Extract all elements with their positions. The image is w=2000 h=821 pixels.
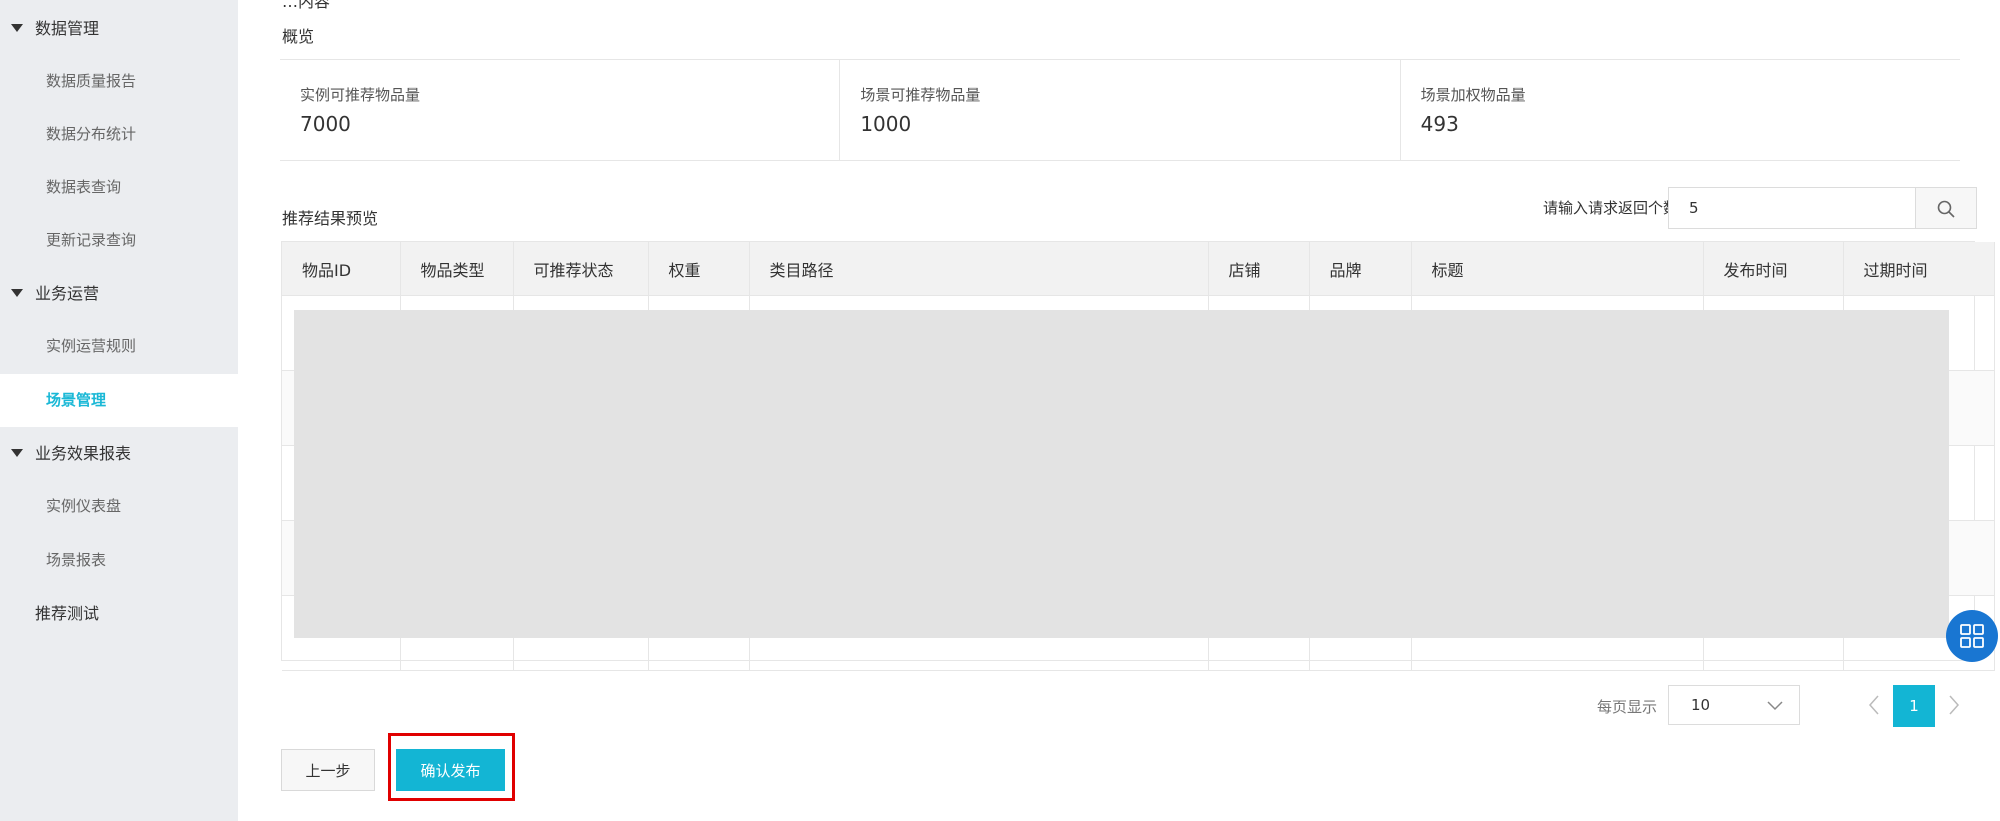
search-button[interactable] <box>1915 187 1977 229</box>
floating-apps-button[interactable] <box>1946 610 1998 662</box>
column-header[interactable]: 权重 <box>648 242 750 296</box>
page-size-value: 10 <box>1691 696 1711 714</box>
table-header-row: 物品ID 物品类型 可推荐状态 权重 类目路径 店铺 品牌 标题 发布时间 过期… <box>282 242 1995 296</box>
sidebar-group-data-management[interactable]: 数据管理 <box>0 2 238 55</box>
column-header[interactable]: 品牌 <box>1309 242 1412 296</box>
sidebar-item-data-quality-report[interactable]: 数据质量报告 <box>0 55 238 108</box>
sidebar: 数据管理 数据质量报告 数据分布统计 数据表查询 更新记录查询 业务运营 实例运… <box>0 0 238 821</box>
column-header[interactable]: 店铺 <box>1208 242 1310 296</box>
preview-title: 推荐结果预览 <box>282 209 379 228</box>
page-size-label: 每页显示 <box>1597 698 1658 716</box>
prev-page-icon[interactable] <box>1868 694 1880 716</box>
sidebar-item-data-distribution[interactable]: 数据分布统计 <box>0 108 238 161</box>
preview-table: 物品ID 物品类型 可推荐状态 权重 类目路径 店铺 品牌 标题 发布时间 过期… <box>281 241 1995 671</box>
sidebar-group-label: 业务运营 <box>35 284 100 303</box>
sidebar-group-label: 数据管理 <box>35 19 100 38</box>
sidebar-item-table-query[interactable]: 数据表查询 <box>0 161 238 214</box>
request-count-input[interactable] <box>1668 187 1916 229</box>
sidebar-item-label: 数据表查询 <box>46 178 122 196</box>
clipped-section-title: …内容 <box>282 0 331 11</box>
overview-stats: 实例可推荐物品量 7000 场景可推荐物品量 1000 场景加权物品量 493 <box>280 60 1960 161</box>
stat-label: 场景加权物品量 <box>1420 86 1526 104</box>
sidebar-item-instance-rules[interactable]: 实例运营规则 <box>0 320 238 373</box>
column-header[interactable]: 类目路径 <box>749 242 1209 296</box>
caret-down-icon <box>11 24 23 32</box>
stat-value: 493 <box>1420 112 1459 136</box>
stat-instance-items: 实例可推荐物品量 7000 <box>280 60 841 160</box>
column-header[interactable]: 可推荐状态 <box>513 242 649 296</box>
confirm-publish-button[interactable]: 确认发布 <box>396 749 505 791</box>
column-header[interactable]: 标题 <box>1411 242 1704 296</box>
sidebar-item-scene-report[interactable]: 场景报表 <box>0 534 238 587</box>
page-number-current[interactable]: 1 <box>1893 685 1935 727</box>
stat-scene-items: 场景可推荐物品量 1000 <box>840 60 1401 160</box>
sidebar-item-label: 数据分布统计 <box>46 125 137 143</box>
sidebar-group-effect-reports[interactable]: 业务效果报表 <box>0 427 238 480</box>
search-icon <box>1937 200 1955 218</box>
stat-weighted-items: 场景加权物品量 493 <box>1401 60 1960 160</box>
redacted-region <box>294 310 1949 638</box>
sidebar-item-label: 数据质量报告 <box>46 72 137 90</box>
page-size-select[interactable]: 10 <box>1668 685 1800 725</box>
sidebar-item-label: 更新记录查询 <box>46 231 137 249</box>
sidebar-item-recommend-test[interactable]: 推荐测试 <box>35 587 235 640</box>
column-header[interactable]: 物品类型 <box>400 242 514 296</box>
previous-step-button[interactable]: 上一步 <box>281 749 375 791</box>
sidebar-item-label: 场景管理 <box>46 391 107 409</box>
caret-down-icon <box>11 449 23 457</box>
sidebar-item-instance-dashboard[interactable]: 实例仪表盘 <box>0 480 238 533</box>
overview-title: 概览 <box>282 27 315 46</box>
sidebar-item-label: 实例运营规则 <box>46 337 137 355</box>
sidebar-item-label: 实例仪表盘 <box>46 497 122 515</box>
sidebar-item-scene-management[interactable]: 场景管理 <box>0 374 238 427</box>
column-header[interactable]: 发布时间 <box>1703 242 1844 296</box>
request-count-label: 请输入请求返回个数: <box>1543 199 1684 217</box>
next-page-icon[interactable] <box>1948 694 1960 716</box>
stat-value: 1000 <box>860 112 912 136</box>
stat-value: 7000 <box>300 112 351 136</box>
grid-icon <box>1960 624 1984 648</box>
sidebar-item-update-records[interactable]: 更新记录查询 <box>0 214 238 267</box>
stat-label: 场景可推荐物品量 <box>860 86 981 104</box>
column-header[interactable]: 物品ID <box>282 242 401 296</box>
sidebar-item-label: 场景报表 <box>46 551 107 569</box>
sidebar-group-label: 业务效果报表 <box>35 444 132 463</box>
chevron-down-icon <box>1767 701 1783 711</box>
sidebar-group-business-ops[interactable]: 业务运营 <box>0 267 238 320</box>
stat-label: 实例可推荐物品量 <box>300 86 421 104</box>
column-header[interactable]: 过期时间 <box>1843 242 1995 296</box>
caret-down-icon <box>11 289 23 297</box>
